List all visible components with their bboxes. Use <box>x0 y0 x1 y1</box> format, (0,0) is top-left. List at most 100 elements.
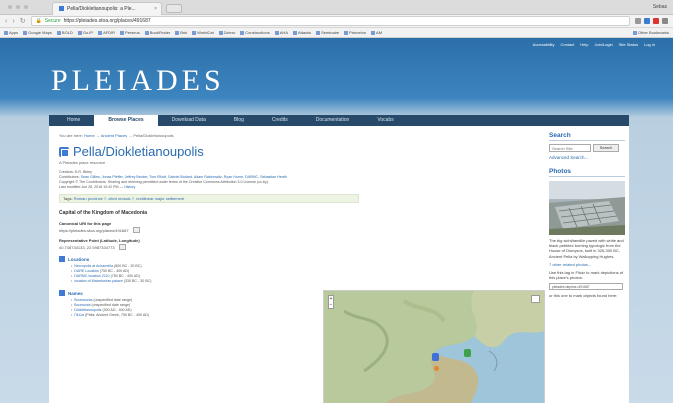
menu-icon[interactable] <box>662 18 668 24</box>
bookmark-item[interactable]: Apps <box>4 30 18 35</box>
reload-icon[interactable]: ↻ <box>20 18 26 25</box>
maximize-window-icon[interactable] <box>24 5 28 9</box>
profile-name[interactable]: Sebas <box>653 4 667 10</box>
location-marker-icon[interactable] <box>464 349 471 357</box>
place-description: Capital of the Kingdom of Macedonia <box>59 210 148 216</box>
locations-list: Necropolis at Acharnella (800 BC - 30 BC… <box>71 264 539 284</box>
back-icon[interactable]: ‹ <box>5 18 7 25</box>
page-title: Pella/Diokletianoupolis <box>73 144 204 159</box>
zoom-controls: + − <box>328 295 334 309</box>
bookmark-item[interactable]: Google Maps <box>23 30 52 35</box>
utility-link[interactable]: Site Status <box>619 42 638 47</box>
utility-link[interactable]: Help <box>580 42 588 47</box>
copy-icon[interactable] <box>118 244 126 250</box>
bookmark-item[interactable]: Seminaire <box>316 30 339 35</box>
layers-icon[interactable] <box>531 295 540 303</box>
other-bookmarks[interactable]: Other Bookmarks <box>632 30 669 35</box>
location-link[interactable]: Necropolis at Acharnella <box>74 264 113 268</box>
name-link[interactable]: Πέλλα <box>74 313 84 317</box>
new-tab-button[interactable] <box>166 4 182 13</box>
representative-point-value[interactable]: 40.748734133, 22.5987334773 <box>59 245 115 250</box>
search-button[interactable]: Search <box>593 144 619 152</box>
browser-tab[interactable]: Pella/Diokletianoupolis: a Ple... × <box>52 2 162 15</box>
place-map[interactable]: + − <box>323 290 545 403</box>
names-icon <box>59 290 65 296</box>
bookmark-item[interactable]: Constructions <box>240 30 270 35</box>
location-link[interactable]: DARE Location <box>74 269 99 273</box>
site-navigation: Home Browse Places Download Data Blog Cr… <box>49 115 629 126</box>
zoom-out-button[interactable]: − <box>329 302 333 308</box>
search-input[interactable] <box>549 144 591 152</box>
bookmark-item[interactable]: AHA <box>274 30 288 35</box>
tag-links[interactable]: Roman province ?, cited mosaic ?, rectil… <box>74 196 185 201</box>
nav-blog[interactable]: Blog <box>220 115 258 126</box>
bookmark-item[interactable]: BOLD <box>56 30 73 35</box>
location-marker-icon[interactable] <box>432 353 439 361</box>
locations-heading: Locations <box>59 256 539 262</box>
nav-download-data[interactable]: Download Data <box>158 115 220 126</box>
canonical-uri-value[interactable]: https://pleiades.stoa.org/places/491687 <box>59 228 129 233</box>
place-photo[interactable] <box>549 181 625 235</box>
more-photos-link[interactable]: 7 other related photos... <box>549 262 625 267</box>
bookmark-item[interactable]: AFDIR <box>98 30 115 35</box>
nav-vocabs[interactable]: Vocabs <box>363 115 407 126</box>
canonical-uri-label: Canonical URI for this page <box>59 221 112 226</box>
site-logo[interactable]: PLEIADES <box>51 64 225 98</box>
breadcrumb-home[interactable]: Home <box>84 133 95 138</box>
bookmark-item[interactable]: Go.IP <box>77 30 93 35</box>
star-icon[interactable] <box>635 18 641 24</box>
bookmark-item[interactable]: AM <box>371 30 382 35</box>
location-link[interactable]: location of Macedonian palace <box>74 279 123 283</box>
bookmarks-bar: Apps Google Maps BOLD Go.IP AFDIR Perseu… <box>0 28 673 38</box>
forward-icon[interactable]: › <box>12 18 14 25</box>
location-marker-icon[interactable] <box>434 366 439 371</box>
window-controls[interactable] <box>8 5 28 9</box>
representative-point-label: Representative Point (Latitude, Longitud… <box>59 238 140 243</box>
title-row: Pella/Diokletianoupolis <box>59 144 539 159</box>
advanced-search-link[interactable]: Advanced Search... <box>549 155 625 160</box>
nav-documentation[interactable]: Documentation <box>302 115 364 126</box>
nav-credits[interactable]: Credits <box>258 115 302 126</box>
name-link[interactable]: Boumounia <box>74 298 92 302</box>
bookmark-item[interactable]: Bnk <box>175 30 187 35</box>
copy-icon[interactable] <box>132 227 140 233</box>
utility-link[interactable]: Log in <box>644 42 655 47</box>
flickr-tag-value[interactable]: pleiades:depicts=491687 <box>549 283 623 291</box>
bookmark-item[interactable]: Perseus <box>120 30 140 35</box>
name-link[interactable]: Diokletianoupolis <box>74 308 101 312</box>
flickr-tag-hint: Use this tag in Flickr to mark depiction… <box>549 269 624 281</box>
bookmark-item[interactable]: BookFinder <box>144 30 170 35</box>
page-subtitle: A Pleiades place resource <box>59 160 106 165</box>
utility-link[interactable]: Contact <box>560 42 574 47</box>
list-item: location of Macedonian palace (330 BC - … <box>71 279 539 284</box>
extension-icon[interactable] <box>653 18 659 24</box>
search-heading: Search <box>549 132 625 141</box>
bookmark-item[interactable]: Princeton <box>344 30 366 35</box>
utility-link[interactable]: Join/Login <box>595 42 613 47</box>
objects-tag-hint: or this one to mark objects found here: <box>549 293 618 299</box>
browser-tab-strip: Pella/Diokletianoupolis: a Ple... × Sebas <box>0 0 673 15</box>
nav-browse-places[interactable]: Browse Places <box>94 115 158 126</box>
url-text: https://pleiades.stoa.org/places/491687 <box>63 18 151 24</box>
minimize-window-icon[interactable] <box>16 5 20 9</box>
bookmark-item[interactable]: WorldCat <box>192 30 214 35</box>
breadcrumb: You are here: Home → Ancient Places → Pe… <box>59 133 174 138</box>
name-link[interactable]: Boumonia <box>74 303 90 307</box>
bookmark-item[interactable]: Attacks <box>293 30 311 35</box>
tags-bar: Tags: Roman province ?, cited mosaic ?, … <box>59 194 359 203</box>
photos-heading: Photos <box>549 168 625 177</box>
nav-home[interactable]: Home <box>53 115 94 126</box>
address-bar[interactable]: 🔒 Secure https://pleiades.stoa.org/place… <box>30 16 630 26</box>
location-link[interactable]: DARMC location 2110 <box>74 274 109 278</box>
history-link[interactable]: History <box>124 185 135 189</box>
bookmark-item[interactable]: Zotero <box>218 30 235 35</box>
close-tab-icon[interactable]: × <box>154 6 157 12</box>
utility-link[interactable]: Accessibility <box>533 42 555 47</box>
web-page: Accessibility Contact Help Join/Login Si… <box>0 38 673 403</box>
extension-icon[interactable] <box>644 18 650 24</box>
tab-title: Pella/Diokletianoupolis: a Ple... <box>67 6 136 12</box>
breadcrumb-ancient-places[interactable]: Ancient Places <box>101 133 127 138</box>
place-icon <box>59 146 69 157</box>
close-window-icon[interactable] <box>8 5 12 9</box>
contributors-links[interactable]: Sean Gillies, Jonas Pfeffer, Jeffrey Bec… <box>81 175 287 179</box>
